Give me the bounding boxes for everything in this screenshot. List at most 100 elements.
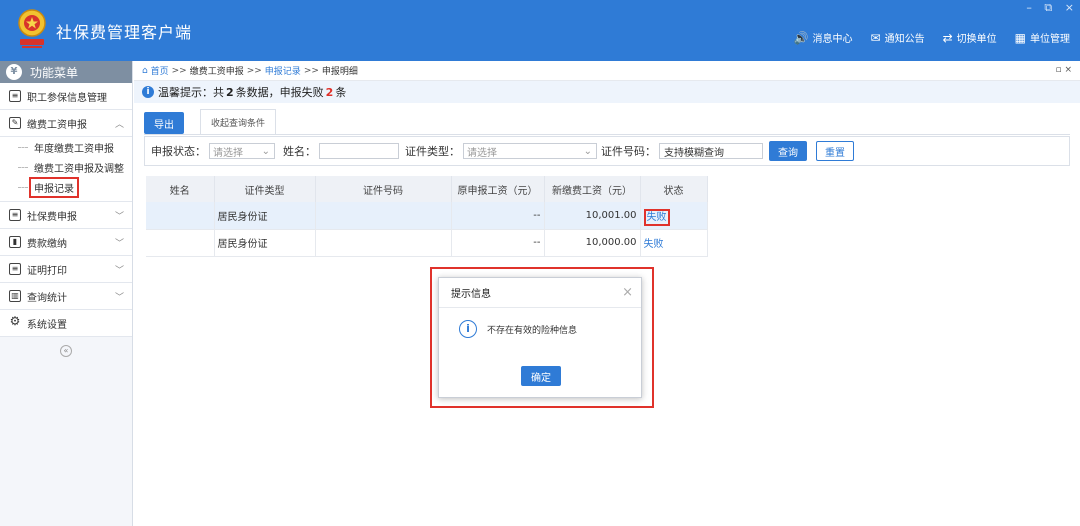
cell-id-no (315, 229, 452, 257)
status-link[interactable]: 失败 (644, 239, 664, 250)
home-icon[interactable]: ⌂ (142, 66, 151, 76)
title-bar: 社保费管理客户端 – ⧉ × 🔊 消息中心 ✉ 通知公告 ⇄ 切换单位 ▦ 单位… (0, 0, 1080, 61)
sidebar-subgroup: 年度缴费工资申报 缴费工资申报及调整 申报记录 (0, 137, 132, 202)
cell-old-wage: -- (451, 202, 545, 230)
chevron-down-icon: ﹀ (114, 238, 124, 249)
nav-message-center[interactable]: 🔊 消息中心 (794, 30, 853, 46)
export-button[interactable]: 导出 (144, 112, 184, 134)
list-icon: ≡ (9, 90, 21, 102)
filter-bar: 申报状态： 请选择 ⌄ 姓名： 证件类型： 请选择 ⌄ 证件号码： 支持模糊查询… (144, 136, 1070, 166)
hint-middle: 条数据，申报失败 (235, 86, 324, 99)
col-name: 姓名 (146, 176, 215, 202)
gear-icon: ⚙ (9, 314, 21, 328)
restore-icon[interactable]: ⧉ (1044, 1, 1052, 14)
id-no-input[interactable]: 支持模糊查询 (659, 143, 763, 159)
cell-name (146, 229, 215, 257)
sidebar-item-label: 证明打印 (27, 265, 67, 277)
cell-new-wage: 10,001.00 (544, 202, 641, 230)
status-select[interactable]: 请选择 ⌄ (209, 143, 275, 159)
nav-switch-unit[interactable]: ⇄ 切换单位 (943, 30, 997, 46)
chevron-down-icon: ﹀ (114, 292, 124, 303)
sidebar-item-label: 查询统计 (27, 292, 67, 304)
yen-icon: ¥ (6, 64, 22, 80)
edit-icon: ✎ (9, 117, 21, 129)
table-row[interactable]: 居民身份证 -- 10,001.00 失败 (146, 202, 708, 230)
toolbar: 导出 收起查询条件 (144, 109, 277, 134)
breadcrumb-separator: >> (246, 65, 262, 76)
cell-status: 失败 (640, 202, 708, 230)
chevron-down-icon: ﹀ (114, 265, 124, 276)
collapse-sidebar-icon[interactable]: « (60, 345, 72, 357)
sidebar-item-wage-declaration[interactable]: ✎ 缴费工资申报 ︿ (0, 110, 132, 137)
info-dialog: 提示信息 × i 不存在有效的险种信息 确定 (438, 277, 642, 398)
sidebar-item-label: 系统设置 (27, 319, 67, 331)
sidebar-subitem-annual-wage[interactable]: 年度缴费工资申报 (0, 137, 132, 157)
status-link[interactable]: 失败 (643, 208, 670, 226)
cell-id-no (315, 202, 452, 230)
chevron-up-icon: ︿ (114, 119, 124, 130)
cell-old-wage: -- (451, 229, 545, 257)
nav-label: 通知公告 (884, 34, 925, 45)
reset-button[interactable]: 重置 (816, 141, 854, 161)
hint-prefix: 温馨提示：共 (158, 86, 224, 99)
tab-controls[interactable]: ▫ × (1055, 65, 1072, 75)
table-row[interactable]: 居民身份证 -- 10,000.00 失败 (146, 229, 708, 257)
col-new-wage: 新缴费工资（元） (544, 176, 641, 202)
id-type-select[interactable]: 请选择 ⌄ (463, 143, 597, 159)
window-controls: – ⧉ × (1017, 1, 1074, 15)
col-old-wage: 原申报工资（元） (451, 176, 545, 202)
nav-label: 消息中心 (812, 34, 853, 45)
building-icon: ▦ (1014, 30, 1026, 45)
sidebar-item-social-fee[interactable]: ≡ 社保费申报 ﹀ (0, 202, 132, 229)
sidebar: ¥ 功能菜单 ≡ 职工参保信息管理 ✎ 缴费工资申报 ︿ 年度缴费工资申报 缴费… (0, 61, 133, 526)
cell-status: 失败 (640, 229, 708, 257)
breadcrumb-wage-declaration[interactable]: 缴费工资申报 (190, 64, 244, 77)
app-title: 社保费管理客户端 (56, 23, 193, 42)
mail-icon: ✉ (870, 30, 881, 45)
sidebar-item-label: 费款缴纳 (27, 238, 67, 250)
breadcrumb-separator: >> (171, 65, 187, 76)
sidebar-subitem-records[interactable]: 申报记录 (0, 176, 132, 198)
ok-button[interactable]: 确定 (521, 366, 561, 386)
hint-failed: 2 (325, 85, 334, 99)
list-icon: ≡ (9, 209, 21, 221)
sidebar-item-query-stats[interactable]: ▥ 查询统计 ﹀ (0, 283, 132, 310)
sidebar-item-payment[interactable]: ▮ 费款缴纳 ﹀ (0, 229, 132, 256)
minimize-icon[interactable]: – (1026, 1, 1032, 14)
sidebar-item-label: 缴费工资申报 (27, 119, 87, 131)
id-no-label: 证件号码： (601, 145, 656, 158)
col-id-type: 证件类型 (214, 176, 316, 202)
dialog-message: 不存在有效的险种信息 (487, 325, 578, 336)
nav-unit-management[interactable]: ▦ 单位管理 (1014, 30, 1070, 46)
close-icon[interactable]: × (1065, 1, 1074, 14)
sidebar-item-employee-insurance[interactable]: ≡ 职工参保信息管理 (0, 83, 132, 110)
nav-label: 切换单位 (956, 34, 997, 45)
sidebar-header-label: 功能菜单 (30, 65, 79, 80)
name-input[interactable] (319, 143, 399, 159)
name-label: 姓名： (283, 145, 316, 158)
query-button[interactable]: 查询 (769, 141, 807, 161)
nav-notices[interactable]: ✉ 通知公告 (870, 30, 925, 46)
breadcrumb-detail: 申报明细 (321, 67, 358, 77)
top-nav: 🔊 消息中心 ✉ 通知公告 ⇄ 切换单位 ▦ 单位管理 (794, 30, 1070, 46)
tab-collapse-query[interactable]: 收起查询条件 (200, 109, 277, 134)
sidebar-subitem-wage-adjust[interactable]: 缴费工资申报及调整 (0, 157, 132, 177)
id-type-placeholder: 请选择 (467, 147, 497, 159)
dialog-body: i 不存在有效的险种信息 (439, 308, 641, 338)
sidebar-item-certificate-print[interactable]: ≡ 证明打印 ﹀ (0, 256, 132, 283)
breadcrumb-separator: >> (303, 65, 319, 76)
breadcrumb: ⌂ 首页 >> 缴费工资申报 >> 申报记录 >> 申报明细 ▫ × (134, 61, 1080, 81)
chevron-down-icon: ⌄ (583, 145, 592, 157)
tax-emblem-logo (18, 9, 46, 48)
info-icon: i (142, 86, 154, 98)
nav-label: 单位管理 (1030, 34, 1070, 45)
status-placeholder: 请选择 (213, 147, 243, 159)
sidebar-item-label: 社保费申报 (27, 211, 77, 223)
close-icon[interactable]: × (622, 285, 633, 300)
dialog-title: 提示信息 × (439, 278, 641, 308)
dialog-title-text: 提示信息 (451, 289, 491, 300)
cell-name (146, 202, 215, 230)
sidebar-item-settings[interactable]: ⚙ 系统设置 (0, 310, 132, 337)
breadcrumb-home[interactable]: 首页 (151, 64, 169, 77)
breadcrumb-records[interactable]: 申报记录 (265, 64, 301, 77)
